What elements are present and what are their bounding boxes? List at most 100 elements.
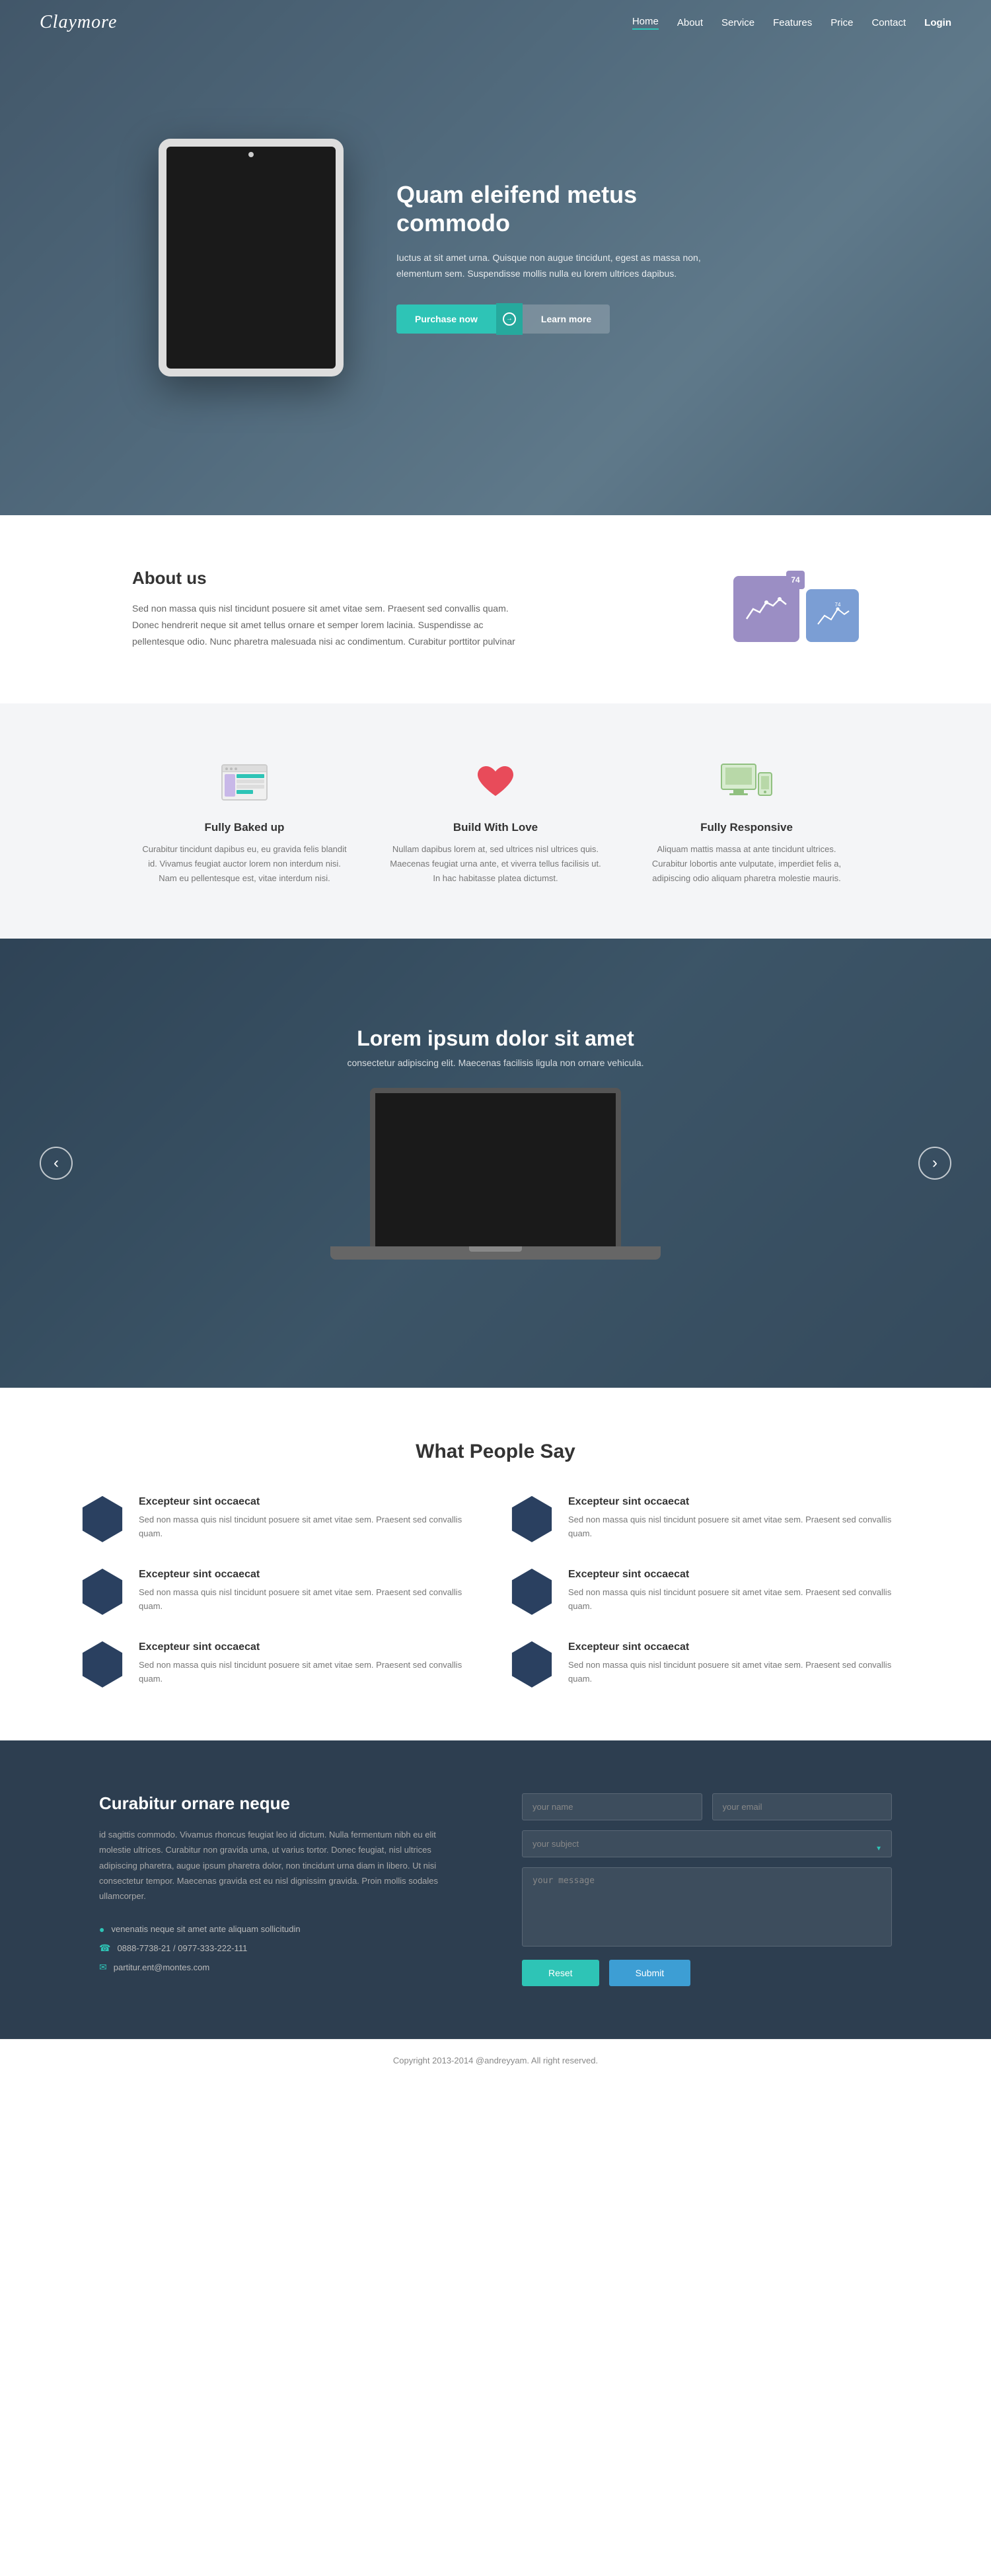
hero-title: Quam eleifend metus commodo — [396, 180, 714, 237]
footer: Copyright 2013-2014 @andreyyam. All righ… — [0, 2039, 991, 2081]
testimonial-content: Excepteur sint occaecat Sed non massa qu… — [568, 1569, 912, 1614]
avatar — [79, 1569, 126, 1615]
about-section: About us Sed non massa quis nisl tincidu… — [0, 515, 991, 703]
about-title: About us — [132, 568, 529, 589]
about-description: Sed non massa quis nisl tincidunt posuer… — [132, 600, 529, 651]
slideshow-section: Lorem ipsum dolor sit amet consectetur a… — [0, 939, 991, 1388]
contact-address: ● venenatis neque sit amet ante aliquam … — [99, 1924, 469, 1935]
testimonial-content: Excepteur sint occaecat Sed non massa qu… — [139, 1569, 482, 1614]
nav-links: Home About Service Features Price Contac… — [632, 16, 951, 30]
list-item: Excepteur sint occaecat Sed non massa qu… — [79, 1569, 482, 1615]
feature-baked: Fully Baked up Curabitur tincidunt dapib… — [139, 756, 350, 886]
laptop-base — [330, 1246, 661, 1260]
hero-tablet-device — [159, 139, 344, 376]
slideshow-subtitle: consectetur adipiscing elit. Maecenas fa… — [347, 1057, 643, 1068]
name-input[interactable] — [522, 1793, 702, 1820]
chart-card-main: 74 — [733, 576, 799, 642]
form-name-email-row — [522, 1793, 892, 1820]
testimonial-text: Sed non massa quis nisl tincidunt posuer… — [139, 1659, 482, 1686]
chart-card-secondary: 74 — [806, 589, 859, 642]
testimonial-text: Sed non massa quis nisl tincidunt posuer… — [568, 1659, 912, 1686]
responsive-icon — [720, 756, 773, 809]
testimonial-name: Excepteur sint occaecat — [139, 1569, 482, 1581]
testimonial-text: Sed non massa quis nisl tincidunt posuer… — [139, 1513, 482, 1541]
list-item: Excepteur sint occaecat Sed non massa qu… — [79, 1641, 482, 1688]
tablet-screen — [166, 147, 336, 369]
avatar — [79, 1496, 126, 1542]
learn-more-button[interactable]: Learn more — [523, 304, 610, 334]
slideshow-title: Lorem ipsum dolor sit amet — [347, 1026, 643, 1051]
purchase-now-button[interactable]: Purchase now — [396, 304, 496, 334]
divider-circle — [503, 312, 516, 326]
contact-email: ✉ partitur.ent@montes.com — [99, 1962, 469, 1973]
about-image: 74 74 — [733, 576, 859, 642]
feature-baked-description: Curabitur tincidunt dapibus eu, eu gravi… — [139, 842, 350, 886]
testimonial-content: Excepteur sint occaecat Sed non massa qu… — [568, 1641, 912, 1686]
testimonials-grid: Excepteur sint occaecat Sed non massa qu… — [79, 1496, 912, 1688]
laptop-screen — [370, 1088, 621, 1246]
nav-about[interactable]: About — [677, 17, 703, 28]
subject-wrapper: your subject Option 1 Option 2 — [522, 1830, 892, 1867]
hero-description: Iuctus at sit amet urna. Quisque non aug… — [396, 250, 714, 282]
email-input[interactable] — [712, 1793, 893, 1820]
nav-login[interactable]: Login — [924, 17, 951, 28]
form-buttons: Reset Submit — [522, 1960, 892, 1986]
testimonial-name: Excepteur sint occaecat — [568, 1496, 912, 1508]
testimonial-text: Sed non massa quis nisl tincidunt posuer… — [568, 1586, 912, 1614]
about-text: About us Sed non massa quis nisl tincidu… — [132, 568, 529, 651]
nav-price[interactable]: Price — [830, 17, 853, 28]
feature-love-description: Nullam dapibus lorem at, sed ultrices ni… — [390, 842, 601, 886]
testimonial-content: Excepteur sint occaecat Sed non massa qu… — [139, 1641, 482, 1686]
chart-graph — [743, 589, 789, 629]
nav-home[interactable]: Home — [632, 16, 659, 30]
nav-contact[interactable]: Contact — [871, 17, 906, 28]
slide-next-button[interactable]: › — [918, 1147, 951, 1180]
heart-icon — [469, 756, 522, 809]
testimonials-section: What People Say Excepteur sint occaecat … — [0, 1388, 991, 1740]
avatar — [509, 1496, 555, 1542]
avatar — [79, 1641, 126, 1688]
contact-phone: ☎ 0888-7738-21 / 0977-333-222-111 — [99, 1943, 469, 1954]
testimonial-text: Sed non massa quis nisl tincidunt posuer… — [568, 1513, 912, 1541]
testimonial-content: Excepteur sint occaecat Sed non massa qu… — [568, 1496, 912, 1541]
features-section: Fully Baked up Curabitur tincidunt dapib… — [0, 703, 991, 939]
contact-email-text: partitur.ent@montes.com — [114, 1962, 209, 1972]
feature-responsive-title: Fully Responsive — [641, 821, 852, 834]
avatar — [509, 1569, 555, 1615]
contact-phone-text: 0888-7738-21 / 0977-333-222-111 — [117, 1943, 247, 1953]
testimonials-title: What People Say — [79, 1441, 912, 1463]
contact-address-text: venenatis neque sit amet ante aliquam so… — [111, 1924, 300, 1934]
list-item: Excepteur sint occaecat Sed non massa qu… — [79, 1496, 482, 1542]
list-item: Excepteur sint occaecat Sed non massa qu… — [509, 1641, 912, 1688]
contact-form: your subject Option 1 Option 2 Reset Sub… — [522, 1793, 892, 1986]
contact-title: Curabitur ornare neque — [99, 1793, 469, 1814]
feature-responsive: Fully Responsive Aliquam mattis massa at… — [641, 756, 852, 886]
location-icon: ● — [99, 1924, 104, 1935]
reset-button[interactable]: Reset — [522, 1960, 599, 1986]
feature-love-title: Build With Love — [390, 821, 601, 834]
logo: Claymore — [40, 12, 117, 33]
navigation: Claymore Home About Service Features Pri… — [0, 0, 991, 45]
testimonial-name: Excepteur sint occaecat — [568, 1641, 912, 1653]
submit-button[interactable]: Submit — [609, 1960, 691, 1986]
slide-prev-button[interactable]: ‹ — [40, 1147, 73, 1180]
contact-info: Curabitur ornare neque id sagittis commo… — [99, 1793, 469, 1986]
nav-features[interactable]: Features — [773, 17, 812, 28]
hero-content: Quam eleifend metus commodo Iuctus at si… — [132, 139, 859, 376]
feature-responsive-description: Aliquam mattis massa at ante tincidunt u… — [641, 842, 852, 886]
chart-graph-small: 74 — [815, 601, 851, 631]
list-item: Excepteur sint occaecat Sed non massa qu… — [509, 1496, 912, 1542]
list-item: Excepteur sint occaecat Sed non massa qu… — [509, 1569, 912, 1615]
contact-description: id sagittis commodo. Vivamus rhoncus feu… — [99, 1827, 469, 1904]
message-textarea[interactable] — [522, 1867, 892, 1947]
chart-badge: 74 — [786, 571, 805, 589]
hero-buttons: Purchase now Learn more — [396, 303, 714, 335]
testimonial-name: Excepteur sint occaecat — [568, 1569, 912, 1581]
laptop-device — [330, 1088, 661, 1299]
avatar — [509, 1641, 555, 1688]
hero-section: Quam eleifend metus commodo Iuctus at si… — [0, 0, 991, 515]
contact-section: Curabitur ornare neque id sagittis commo… — [0, 1740, 991, 2039]
hero-text-block: Quam eleifend metus commodo Iuctus at si… — [396, 180, 714, 335]
subject-select[interactable]: your subject Option 1 Option 2 — [522, 1830, 892, 1857]
nav-service[interactable]: Service — [721, 17, 754, 28]
